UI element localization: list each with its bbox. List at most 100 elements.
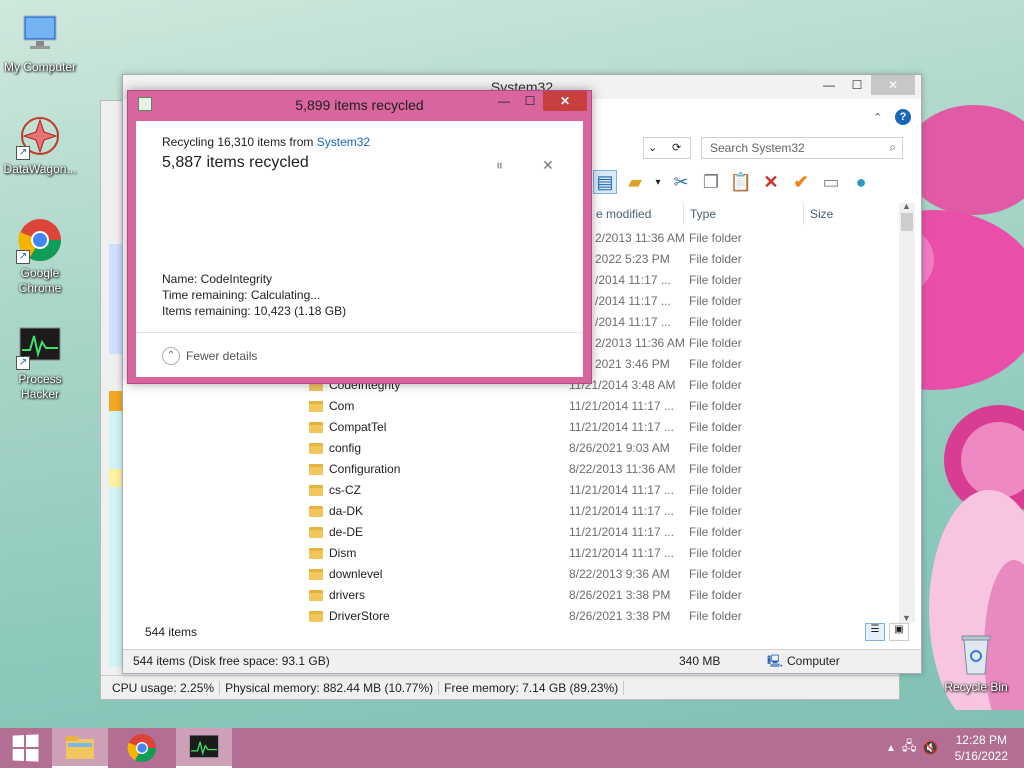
column-type[interactable]: Type: [683, 203, 803, 225]
table-row[interactable]: Com 11/21/2014 11:17 ... File folder: [123, 396, 903, 417]
file-name: da-DK: [329, 504, 364, 518]
file-name: config: [329, 441, 362, 455]
fewer-details-button[interactable]: ⌃ Fewer details: [162, 347, 257, 365]
recycle-progress-dialog[interactable]: 5,899 items recycled — ☐ ✕ Recycling 16,…: [127, 90, 592, 384]
network-icon[interactable]: ●: [849, 170, 873, 194]
column-date-modified[interactable]: e modified: [589, 203, 679, 225]
file-type: File folder: [689, 273, 742, 287]
taskbar-chrome[interactable]: [114, 728, 170, 768]
file-name: de-DE: [329, 525, 364, 539]
cancel-icon[interactable]: ✕: [542, 157, 554, 174]
folder-icon: [309, 422, 323, 433]
network-icon[interactable]: 🖧: [902, 737, 917, 759]
table-row[interactable]: Configuration 8/22/2013 11:36 AM File fold…: [123, 459, 903, 480]
file-date: 11/21/2014 11:17 ...: [569, 399, 674, 413]
desktop-icon-label: Process Hacker: [18, 372, 62, 401]
folder-icon: [309, 464, 323, 475]
table-row[interactable]: de-DE 11/21/2014 11:17 ... File folder: [123, 522, 903, 543]
desktop-icon-chrome[interactable]: ↗ Google Chrome: [0, 216, 80, 296]
copy-icon[interactable]: ❐: [699, 170, 723, 194]
desktop-icon-my-computer[interactable]: My Computer: [0, 10, 80, 75]
start-button[interactable]: [0, 728, 50, 768]
large-icons-view-icon[interactable]: ▣: [889, 623, 909, 641]
search-input[interactable]: Search System32 ⌕: [701, 137, 903, 159]
file-type: File folder: [689, 609, 742, 623]
items-remaining: Items remaining: 10,423 (1.18 GB): [162, 304, 347, 318]
desktop-icon-label: My Computer: [3, 60, 77, 74]
file-date: 8/26/2021 3:38 PM: [569, 588, 671, 602]
details-view-icon[interactable]: ☰: [865, 623, 885, 641]
process-list-strip: [109, 469, 123, 487]
clock-date: 5/16/2022: [954, 749, 1008, 763]
clock[interactable]: 12:28 PM 5/16/2022: [955, 732, 1008, 764]
folder-icon: [309, 443, 323, 454]
file-date: 2/2013 11:36 AM: [595, 231, 685, 245]
process-list-strip: [109, 411, 123, 471]
table-row[interactable]: downlevel 8/22/2013 9:36 AM File folder: [123, 564, 903, 585]
folder-options-icon[interactable]: ▰: [623, 170, 647, 194]
progress-text: 5,887 items recycled: [162, 154, 309, 171]
help-icon[interactable]: ?: [895, 109, 911, 125]
file-date: 11/21/2014 11:17 ...: [569, 525, 674, 539]
file-type: File folder: [689, 231, 742, 245]
close-button[interactable]: ✕: [543, 91, 587, 111]
table-row[interactable]: cs-CZ 11/21/2014 11:17 ... File folder: [123, 480, 903, 501]
file-name: downlevel: [329, 567, 383, 581]
table-row[interactable]: config 8/26/2021 9:03 AM File folder: [123, 438, 903, 459]
file-name: drivers: [329, 588, 366, 602]
cut-icon[interactable]: ✂: [669, 170, 693, 194]
rename-icon[interactable]: ▭: [819, 170, 843, 194]
shortcut-arrow-icon: ↗: [16, 146, 30, 160]
folder-icon: [309, 548, 323, 559]
file-date: 11/21/2014 11:17 ...: [569, 504, 674, 518]
vertical-scrollbar[interactable]: ▲ ▼: [899, 201, 915, 623]
minimize-button[interactable]: —: [815, 75, 843, 95]
preview-pane-icon[interactable]: ▤: [593, 170, 617, 194]
file-date: 8/22/2013 11:36 AM: [569, 462, 676, 476]
file-date: 2021 3:46 PM: [595, 357, 670, 371]
scroll-thumb[interactable]: [901, 213, 913, 231]
table-row[interactable]: Dism 11/21/2014 11:17 ... File folder: [123, 543, 903, 564]
recycle-bin-icon: [952, 630, 1000, 678]
file-type: File folder: [689, 525, 742, 539]
taskbar-process-hacker[interactable]: [176, 728, 232, 768]
address-bar-end[interactable]: ⌄ ⟳: [643, 137, 691, 159]
folder-icon: [309, 611, 323, 622]
properties-icon[interactable]: ✔: [789, 170, 813, 194]
file-date: 11/21/2014 11:17 ...: [569, 546, 674, 560]
scroll-up-icon[interactable]: ▲: [902, 201, 911, 211]
scroll-down-icon[interactable]: ▼: [902, 613, 911, 623]
paste-icon[interactable]: 📋: [729, 170, 753, 194]
desktop-icon-datawagon[interactable]: ↗ DataWagon...: [0, 112, 80, 177]
maximize-button[interactable]: ☐: [517, 91, 543, 111]
file-type: File folder: [689, 315, 742, 329]
table-row[interactable]: CompatTel 11/21/2014 11:17 ... File folder: [123, 417, 903, 438]
source-folder-link[interactable]: System32: [317, 135, 370, 149]
recycling-text: Recycling 16,310 items from: [162, 135, 317, 149]
table-row[interactable]: DriverStore 8/26/2021 3:38 PM File folder: [123, 606, 903, 627]
file-name: cs-CZ: [329, 483, 361, 497]
desktop-icon-label: Recycle Bin: [944, 680, 1008, 694]
file-date: 8/26/2021 3:38 PM: [569, 609, 671, 623]
volume-muted-icon[interactable]: 🔇: [922, 740, 938, 756]
maximize-button[interactable]: ☐: [843, 75, 871, 95]
dropdown-icon[interactable]: ▾: [653, 170, 663, 194]
pause-icon[interactable]: ⏸: [496, 157, 503, 174]
minimize-button[interactable]: —: [491, 91, 517, 111]
clock-time: 12:28 PM: [955, 733, 1007, 747]
show-hidden-icons-icon[interactable]: ▲: [886, 743, 896, 754]
dialog-body: Recycling 16,310 items from System32 5,8…: [136, 121, 583, 377]
address-dropdown-icon[interactable]: ⌄: [648, 138, 657, 158]
desktop-icon-recycle-bin[interactable]: Recycle Bin: [936, 630, 1016, 695]
file-date: /2014 11:17 ...: [595, 273, 671, 287]
refresh-icon[interactable]: ⟳: [672, 138, 681, 158]
table-row[interactable]: drivers 8/26/2021 3:38 PM File folder: [123, 585, 903, 606]
table-row[interactable]: da-DK 11/21/2014 11:17 ... File folder: [123, 501, 903, 522]
taskbar-explorer[interactable]: [52, 728, 108, 768]
column-size[interactable]: Size: [803, 203, 883, 225]
datawagon-icon: ↗: [16, 112, 64, 160]
close-button[interactable]: ✕: [871, 75, 915, 95]
desktop-icon-process-hacker[interactable]: ↗ Process Hacker: [0, 322, 80, 402]
ribbon-collapse-icon[interactable]: ⌃: [873, 111, 882, 124]
delete-icon[interactable]: ✕: [759, 170, 783, 194]
